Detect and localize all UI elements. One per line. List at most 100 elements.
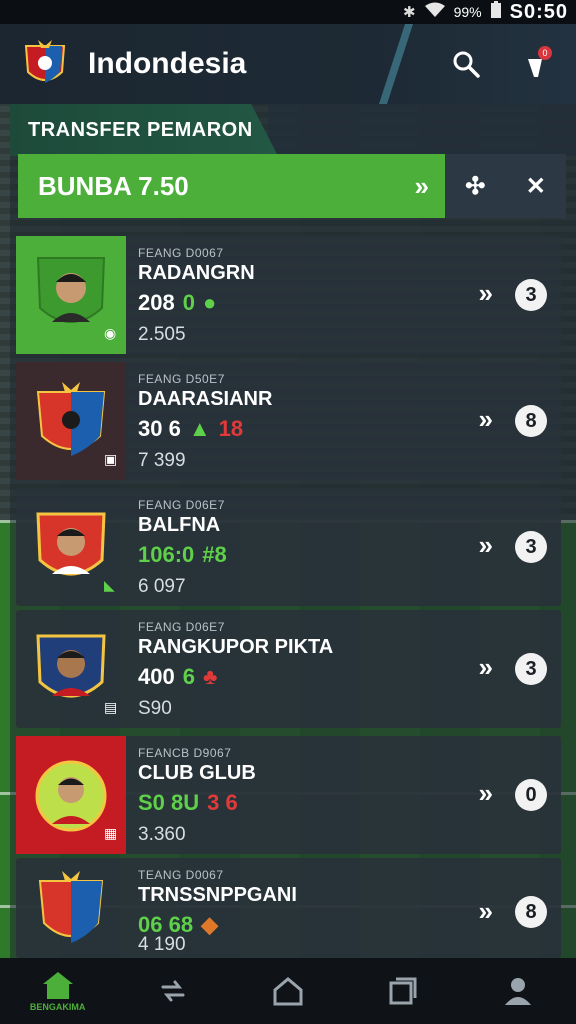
list-item[interactable]: ▦ FEANCB D9067 CLUB GLUB S0 8U 3 6 3.360… bbox=[16, 736, 561, 854]
transfer-arrow-icon[interactable]: » bbox=[479, 404, 493, 435]
club-shield-icon bbox=[38, 871, 104, 943]
form-icon: ● bbox=[202, 290, 217, 315]
status-time: S0:50 bbox=[509, 0, 568, 23]
notification-badge: 0 bbox=[538, 46, 552, 60]
player-price: 2.505 bbox=[138, 324, 186, 345]
player-shield-icon bbox=[35, 760, 107, 832]
search-icon bbox=[453, 51, 480, 78]
player-meta: FEANCB D9067 bbox=[138, 746, 232, 760]
club-crest: ▣ bbox=[16, 362, 126, 480]
battery-percent: 99% bbox=[453, 4, 482, 20]
bluetooth-icon: ✱ bbox=[403, 4, 416, 21]
notifications-button[interactable]: 0 bbox=[518, 46, 554, 82]
player-portrait: ▤ bbox=[16, 610, 126, 728]
bottom-nav: BENGAKIMA bbox=[0, 958, 576, 1024]
count-badge: 3 bbox=[515, 653, 547, 685]
club-mini-badge: ▦ bbox=[104, 825, 118, 841]
player-name: DAARASIANR bbox=[138, 388, 273, 410]
budget-label: BUNBA 7.50 bbox=[38, 170, 189, 201]
player-stat: 400 bbox=[138, 664, 175, 689]
player-shield-icon bbox=[36, 512, 106, 576]
budget-button[interactable]: BUNBA 7.50 » bbox=[18, 154, 445, 218]
decorative-slash bbox=[379, 24, 413, 104]
player-stat: S0 8U bbox=[138, 790, 200, 815]
form-icon: ♣ bbox=[202, 664, 218, 689]
transfer-arrow-icon[interactable]: » bbox=[479, 778, 493, 809]
player-stat-secondary: 3 6 bbox=[207, 790, 238, 815]
app-bar: Indondesia 0 bbox=[0, 24, 576, 104]
count-badge: 3 bbox=[515, 279, 547, 311]
transfer-arrow-icon[interactable]: » bbox=[479, 896, 493, 927]
player-name: BALFNA bbox=[138, 514, 221, 536]
club-mini-badge: ▤ bbox=[104, 699, 118, 715]
section-header-bar bbox=[268, 104, 576, 156]
player-name: CLUB GLUB bbox=[138, 762, 256, 784]
player-name: RANGKUPOR PIKTA bbox=[138, 636, 334, 658]
fast-forward-icon: » bbox=[414, 170, 429, 201]
club-mini-badge: ◣ bbox=[104, 577, 115, 593]
section-title: TRANSFER PEMARON bbox=[10, 104, 278, 156]
wifi-icon bbox=[424, 2, 446, 23]
transfer-arrow-icon[interactable]: » bbox=[479, 278, 493, 309]
nav-profile[interactable] bbox=[478, 958, 558, 1024]
player-price: S90 bbox=[138, 698, 172, 719]
close-icon[interactable]: ✕ bbox=[526, 172, 546, 201]
player-shield-icon bbox=[36, 257, 106, 323]
count-badge: 8 bbox=[515, 896, 547, 928]
club-mini-badge: ▣ bbox=[104, 451, 118, 467]
player-price: 3.360 bbox=[138, 824, 186, 845]
player-price: 7 399 bbox=[138, 450, 186, 471]
transfer-arrow-icon[interactable]: » bbox=[479, 652, 493, 683]
list-item[interactable]: TEANG D0067 TRNSSNPPGANI 06 68 ◆ 4 190 »… bbox=[16, 858, 561, 958]
transfer-swap-icon bbox=[161, 980, 185, 1002]
club-logo[interactable] bbox=[22, 38, 68, 90]
nav-home-label: BENGAKIMA bbox=[29, 1002, 86, 1012]
nav-stadium[interactable] bbox=[248, 958, 328, 1024]
app-title: Indondesia bbox=[88, 47, 247, 80]
count-badge: 3 bbox=[515, 531, 547, 563]
player-stat-secondary: #8 bbox=[202, 542, 227, 567]
list-item[interactable]: ◉ FEANG D0067 RADANGRN 208 0 ● 2.505 » 3 bbox=[16, 236, 561, 354]
player-name: RADANGRN bbox=[138, 262, 255, 284]
player-meta: FEANG D50E7 bbox=[138, 372, 225, 386]
form-icon: ▲ bbox=[188, 416, 211, 441]
home-icon bbox=[42, 972, 73, 999]
count-badge: 8 bbox=[515, 405, 547, 437]
house-outline-icon bbox=[273, 977, 303, 1006]
club-crest bbox=[16, 858, 126, 958]
list-item[interactable]: ▤ FEANG D06E7 RANGKUPOR PIKTA 400 6 ♣ S9… bbox=[16, 610, 561, 728]
list-item[interactable]: ◣ FEANG D06E7 BALFNA 106:0 #8 6 097 » 3 bbox=[16, 488, 561, 606]
player-meta: TEANG D0067 bbox=[138, 868, 224, 882]
nav-transfers[interactable] bbox=[133, 958, 213, 1024]
player-stat-secondary: 0 bbox=[182, 290, 195, 315]
count-badge: 0 bbox=[515, 779, 547, 811]
player-stat-secondary: 6 bbox=[182, 664, 195, 689]
player-price: 6 097 bbox=[138, 576, 186, 597]
player-portrait: ▦ bbox=[16, 736, 126, 854]
status-bar: ✱ 99% S0:50 bbox=[0, 0, 576, 24]
battery-icon bbox=[490, 0, 502, 24]
profile-icon bbox=[505, 978, 532, 1005]
player-portrait: ◣ bbox=[16, 488, 126, 606]
nav-home[interactable]: BENGAKIMA bbox=[18, 958, 98, 1024]
shuffle-icon[interactable]: ✣ bbox=[465, 172, 485, 201]
player-portrait: ◉ bbox=[16, 236, 126, 354]
transfer-arrow-icon[interactable]: » bbox=[479, 530, 493, 561]
player-shield-icon bbox=[36, 634, 106, 698]
club-shield-icon bbox=[36, 382, 106, 456]
nav-squad[interactable] bbox=[363, 958, 443, 1024]
search-button[interactable] bbox=[448, 46, 484, 82]
player-meta: FEANG D0067 bbox=[138, 246, 224, 260]
cards-icon bbox=[389, 977, 417, 1005]
player-meta: FEANG D06E7 bbox=[138, 498, 225, 512]
player-meta: FEANG D06E7 bbox=[138, 620, 225, 634]
player-stat: 30 6 bbox=[138, 416, 181, 441]
form-icon: ◆ bbox=[201, 912, 218, 937]
player-stat-secondary: 18 bbox=[218, 416, 244, 441]
list-item[interactable]: ▣ FEANG D50E7 DAARASIANR 30 6 ▲ 18 7 399… bbox=[16, 362, 561, 480]
player-stat: 106:0 bbox=[138, 542, 195, 567]
club-mini-badge: ◉ bbox=[104, 325, 117, 341]
budget-bar: BUNBA 7.50 » ✣ ✕ bbox=[18, 154, 566, 218]
player-price: 4 190 bbox=[138, 934, 186, 955]
player-stat: 208 bbox=[138, 290, 175, 315]
